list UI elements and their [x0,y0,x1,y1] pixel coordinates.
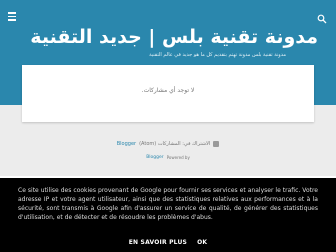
feed-blogger-label[interactable]: Blogger [117,141,136,147]
blog-description: مدونة تقنية بلس مدونة تهتم بتقديم كل ما … [149,52,286,58]
attribution: Blogger Powered by [0,152,336,162]
menu-icon[interactable] [8,12,16,21]
cookie-actions: EN SAVOIR PLUS OK [0,239,336,246]
learn-more-button[interactable]: EN SAVOIR PLUS [129,239,187,246]
search-icon[interactable] [317,9,327,24]
cookie-notice-text: Ce site utilise des cookies provenant de… [18,187,318,221]
cookie-notice: Ce site utilise des cookies provenant de… [0,178,336,252]
subscribe-atom-link[interactable]: الاشتراك في: المشاركات (Atom) [139,141,210,147]
feed-links: Blogger الاشتراك في: المشاركات (Atom) [0,138,336,150]
feed-icon [213,141,220,147]
powered-by-text: Powered by [166,154,190,160]
ok-button[interactable]: OK [197,239,207,246]
blog-title[interactable]: مدونة تقنية بلس | جديد التقنية [30,26,318,48]
blogger-logo[interactable]: Blogger [146,155,163,160]
posts-card: لا توجد أي مشاركات. [22,65,314,122]
no-posts-message: لا توجد أي مشاركات. [141,87,195,94]
